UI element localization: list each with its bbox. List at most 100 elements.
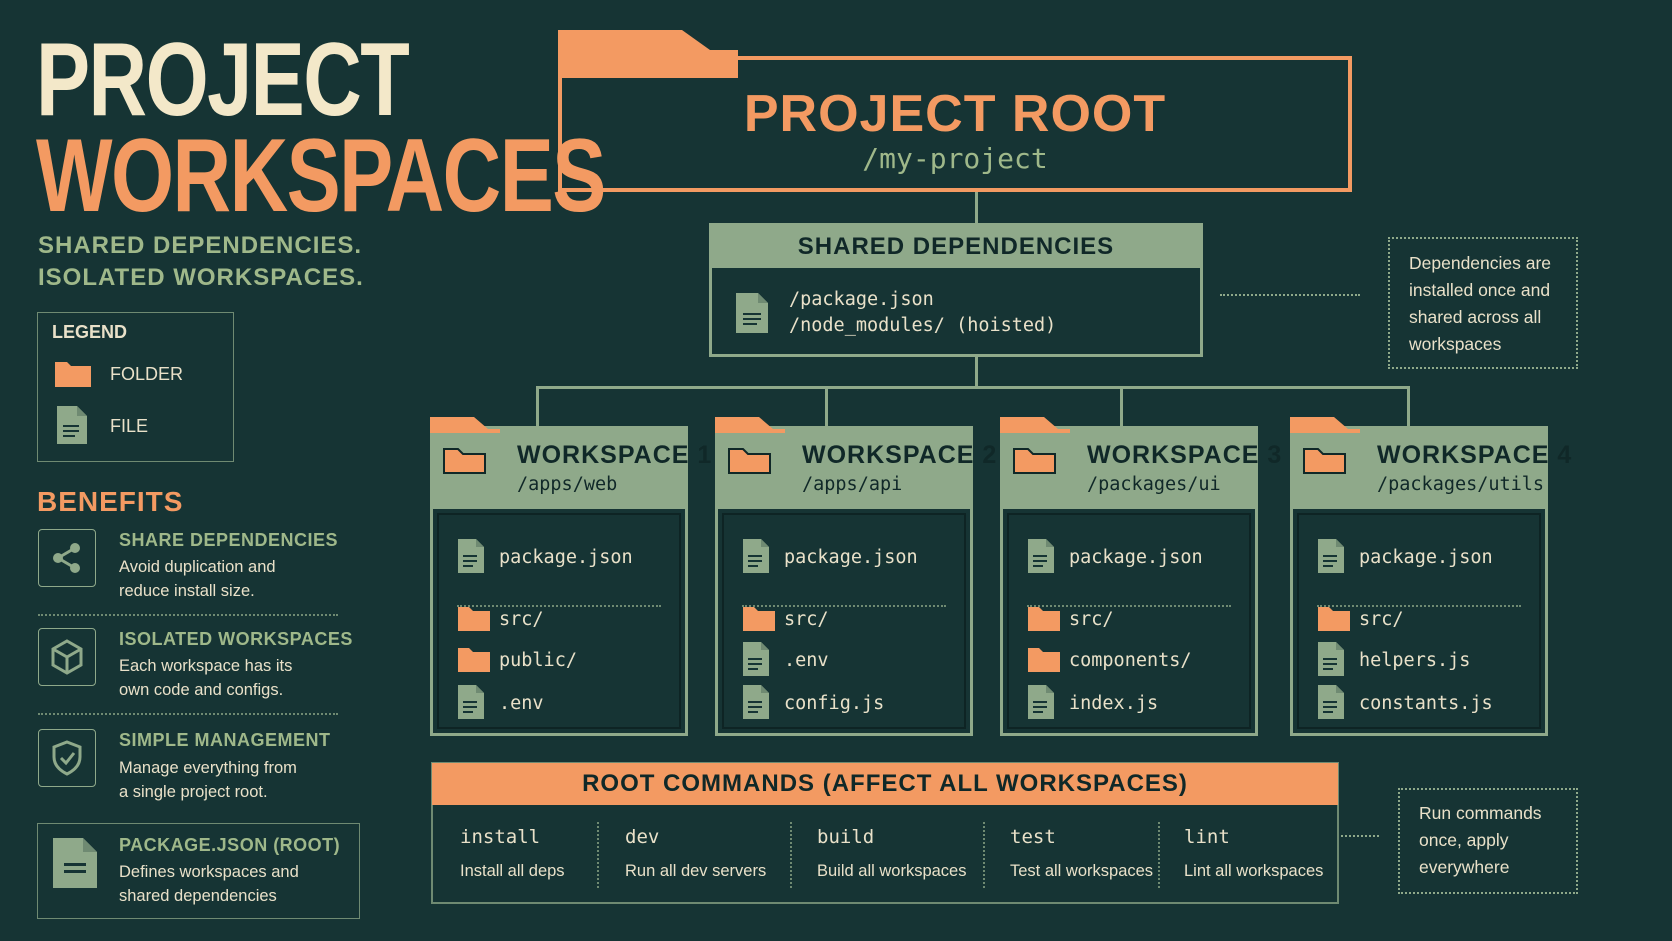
workspace-item: src/ <box>784 609 829 630</box>
workspace-item: components/ <box>1069 650 1192 671</box>
file-icon <box>457 538 485 578</box>
workspace-item: src/ <box>1359 609 1404 630</box>
connector-line <box>536 386 539 426</box>
divider <box>38 614 338 616</box>
benefits-title: BENEFITS <box>37 486 184 517</box>
benefit-text: Manage everything from a single project … <box>119 759 297 801</box>
workspace-card: WORKSPACE 3/packages/ui package.json src/c… <box>1000 417 1281 736</box>
project-root-title: PROJECT ROOT <box>743 85 1167 143</box>
legend-title: LEGEND <box>52 322 128 342</box>
folder-icon <box>1290 417 1360 479</box>
benefit-heading: ISOLATED WORKSPACES <box>119 629 353 649</box>
root-commands-title: ROOT COMMANDS (AFFECT ALL WORKSPACES) <box>432 763 1338 805</box>
connector-line <box>1407 386 1410 426</box>
connector-line <box>975 357 978 387</box>
package-json-text: Defines workspaces and shared dependenci… <box>119 863 299 905</box>
folder-icon <box>1027 645 1061 677</box>
file-icon <box>1317 538 1345 578</box>
workspace-card: WORKSPACE 1/apps/web package.json src/publ… <box>430 417 711 736</box>
command-desc: Test all workspaces <box>1010 862 1154 880</box>
command-install: install <box>460 826 541 848</box>
title-line-2: WORKSPACES <box>36 118 606 234</box>
note-connector <box>1341 835 1379 837</box>
workspace-item: .env <box>499 693 544 714</box>
folder-icon <box>742 604 776 636</box>
command-desc: Build all workspaces <box>817 862 967 880</box>
folder-icon <box>430 417 500 479</box>
workspace-item: public/ <box>499 650 577 671</box>
workspace-card: WORKSPACE 4/packages/utils package.json sr… <box>1290 417 1571 736</box>
workspace-path: /apps/api <box>802 474 903 495</box>
tagline-line-2: ISOLATED WORKSPACES. <box>38 264 364 291</box>
workspace-title: WORKSPACE 2 <box>802 441 998 469</box>
file-icon <box>56 405 88 449</box>
workspace-title: WORKSPACE 1 <box>517 441 713 469</box>
folder-icon <box>457 645 491 677</box>
file-icon <box>1317 684 1345 724</box>
workspace-title: WORKSPACE 3 <box>1087 441 1283 469</box>
legend-file-label: FILE <box>110 416 149 436</box>
note-connector <box>1220 294 1360 296</box>
package-json-heading: PACKAGE.JSON (ROOT) <box>119 835 341 855</box>
file-icon <box>742 538 770 578</box>
workspace-title: WORKSPACE 4 <box>1377 441 1573 469</box>
workspace-item: constants.js <box>1359 693 1493 714</box>
workspace-path: /packages/ui <box>1087 474 1221 495</box>
commands-note-text: Run commands once, apply everywhere <box>1419 803 1542 877</box>
workspace-item: index.js <box>1069 693 1159 714</box>
shared-node-modules: /node_modules/ (hoisted) <box>789 315 1057 336</box>
workspace-item: package.json <box>1069 547 1203 568</box>
command-divider <box>1158 822 1160 888</box>
benefit-heading: SIMPLE MANAGEMENT <box>119 730 331 750</box>
command-desc: Install all deps <box>460 862 565 880</box>
tagline-line-1: SHARED DEPENDENCIES. <box>38 232 363 259</box>
file-icon <box>742 641 770 681</box>
workspace-item: package.json <box>784 547 918 568</box>
command-build: build <box>817 826 875 848</box>
command-divider <box>983 822 985 888</box>
workspace-path: /apps/web <box>517 474 618 495</box>
folder-icon <box>715 417 785 479</box>
file-icon <box>52 837 98 893</box>
workspace-body: package.json src/public/ .env <box>437 513 681 729</box>
workspace-body: package.json src/ .env config.js <box>722 513 966 729</box>
command-desc: Run all dev servers <box>625 862 767 880</box>
workspace-card: WORKSPACE 2/apps/api package.json src/ .env… <box>715 417 996 736</box>
folder-icon <box>457 604 491 636</box>
command-desc: Lint all workspaces <box>1184 862 1324 880</box>
connector-line <box>536 386 1410 389</box>
shield-check-icon <box>38 729 96 787</box>
cube-icon <box>38 628 96 686</box>
connector-line <box>975 192 978 223</box>
command-dev: dev <box>625 826 660 848</box>
title-line-1: PROJECT <box>36 22 410 138</box>
share-icon <box>38 529 96 587</box>
file-icon <box>1027 684 1055 724</box>
connector-line <box>1120 386 1123 426</box>
benefit-text: Avoid duplication and reduce install siz… <box>119 558 276 600</box>
shared-note-text: Dependencies are installed once and shar… <box>1409 253 1552 354</box>
folder-icon <box>1027 604 1061 636</box>
benefit-heading: SHARE DEPENDENCIES <box>119 530 339 550</box>
connector-line <box>825 386 828 426</box>
workspace-item: config.js <box>784 693 885 714</box>
command-lint: lint <box>1184 826 1230 848</box>
file-icon <box>742 684 770 724</box>
workspace-item: package.json <box>499 547 633 568</box>
workspace-item: helpers.js <box>1359 650 1471 671</box>
folder-icon <box>54 358 92 392</box>
file-icon <box>1317 641 1345 681</box>
command-divider <box>790 822 792 888</box>
file-icon <box>457 684 485 724</box>
shared-dependencies-title: SHARED DEPENDENCIES <box>712 226 1200 268</box>
workspace-body: package.json src/components/index.js <box>1007 513 1251 729</box>
workspace-body: package.json src/helpers.js constants.js <box>1297 513 1541 729</box>
workspace-item: .env <box>784 650 829 671</box>
benefit-text: Each workspace has its own code and conf… <box>119 657 293 699</box>
workspace-path: /packages/utils <box>1377 474 1545 495</box>
legend-folder-label: FOLDER <box>110 364 184 384</box>
workspace-item: src/ <box>499 609 544 630</box>
file-icon <box>1027 538 1055 578</box>
project-root-path: /my-project <box>862 142 1048 175</box>
workspace-item: src/ <box>1069 609 1114 630</box>
